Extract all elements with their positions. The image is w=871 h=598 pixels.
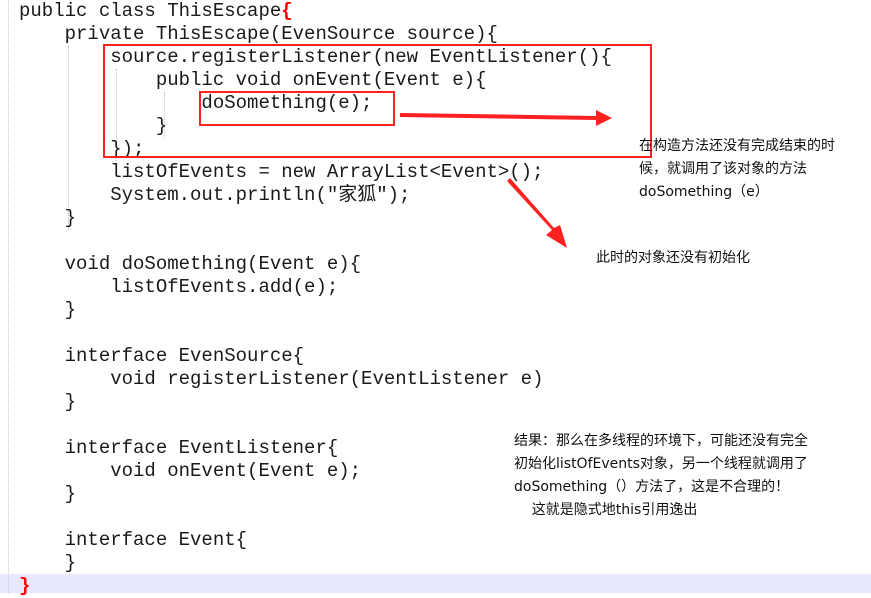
annotation-note-result: 结果：那么在多线程的环境下，可能还没有完全 初始化listOfEvents对象，… <box>514 433 808 518</box>
arrow-to-note1 <box>400 110 612 126</box>
annotation-note-uninitialized: 此时的对象还没有初始化 <box>596 250 750 266</box>
code-editor[interactable]: public class ThisEscape{ private ThisEsc… <box>0 0 871 597</box>
arrow-to-note2 <box>507 178 567 248</box>
annotation-note-constructor: 在构造方法还没有完成结束的时 候，就调用了该对象的方法 doSomething（… <box>639 138 835 200</box>
